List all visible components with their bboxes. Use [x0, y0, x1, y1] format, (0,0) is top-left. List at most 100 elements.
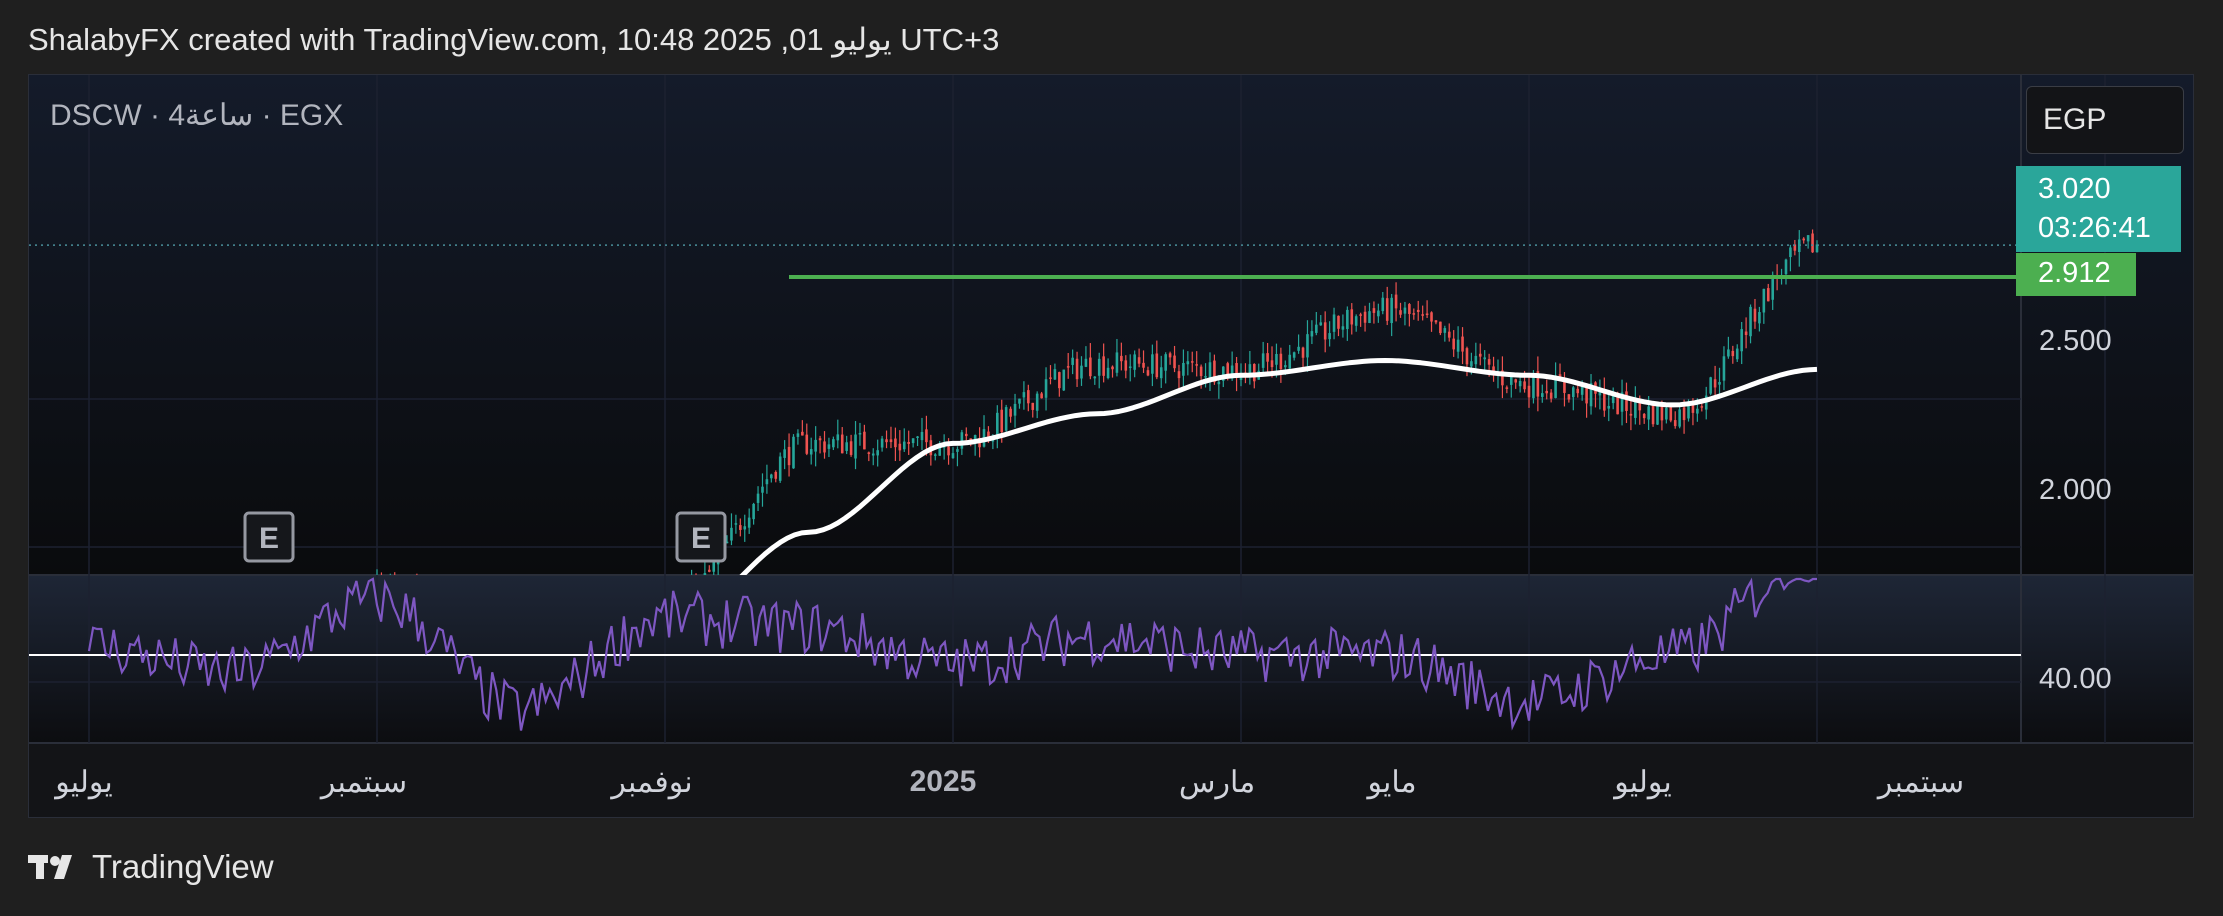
candle-body	[708, 569, 711, 572]
candle-body	[1416, 309, 1420, 312]
candle-body	[1199, 366, 1203, 377]
rsi-pane-background	[29, 575, 2193, 743]
candle-body	[1430, 312, 1433, 322]
candle-body	[1248, 364, 1252, 374]
candle-body	[1487, 359, 1491, 365]
time-label-2025: 2025	[909, 765, 977, 798]
candle-body	[854, 434, 857, 459]
candle-body	[1540, 393, 1544, 397]
candle-body	[1381, 297, 1385, 312]
candle-body	[1018, 398, 1021, 404]
candle-body	[1470, 361, 1473, 367]
candle-body	[1421, 314, 1424, 316]
candle-body	[1284, 365, 1287, 368]
candle-body	[1208, 362, 1212, 380]
candle-body	[885, 439, 888, 443]
candle	[1678, 406, 1681, 429]
candle-body	[1146, 370, 1150, 376]
candle-body	[1399, 310, 1402, 315]
candle-body	[1696, 408, 1699, 414]
candle-body	[933, 454, 937, 456]
candle-body	[1346, 309, 1349, 330]
candle-body	[1390, 297, 1393, 324]
candle-body	[792, 436, 795, 469]
candle-body	[1447, 331, 1451, 338]
candle-body	[1288, 354, 1292, 369]
candle-body	[1102, 356, 1105, 376]
candle-body	[1168, 353, 1172, 358]
candle-body	[1722, 356, 1726, 381]
candle-body	[1111, 366, 1114, 370]
candle-body	[1607, 405, 1611, 409]
candle-body	[765, 479, 769, 485]
candle-body	[916, 436, 919, 438]
candle-body	[739, 525, 742, 530]
candle-body	[920, 432, 924, 441]
candle-body	[1474, 355, 1478, 365]
candle-body	[1292, 352, 1296, 358]
candle-body	[1128, 366, 1132, 368]
candle-body	[1027, 390, 1030, 404]
candle-body	[951, 453, 955, 459]
candle-body	[1713, 379, 1717, 388]
earnings-marker: E	[243, 511, 295, 563]
candle-body	[1647, 406, 1650, 420]
candle-body	[1013, 403, 1017, 416]
candle-body	[1709, 377, 1712, 394]
candle	[1709, 376, 1712, 396]
candle-body	[747, 517, 751, 528]
candle-body	[1031, 402, 1035, 410]
candle-body	[1549, 392, 1553, 399]
candle-body	[1120, 355, 1123, 362]
candle-body	[1434, 320, 1438, 323]
candle-body	[1509, 375, 1513, 385]
resistance-price-label: 2.912	[2016, 253, 2136, 296]
candle-body	[1403, 307, 1407, 314]
candle-body	[1009, 408, 1012, 417]
earnings-marker: E	[675, 511, 727, 563]
candle-body	[1071, 357, 1074, 365]
price-chart[interactable]: EE	[29, 75, 2194, 818]
candle-body	[1270, 360, 1274, 368]
candle-body	[1461, 336, 1464, 352]
candle-body	[796, 433, 800, 437]
time-label-jul-2024: يوليو	[55, 766, 113, 799]
candle-body	[871, 453, 875, 456]
price-tick-2000: 2.000	[2039, 474, 2112, 506]
candle-body	[1337, 315, 1340, 329]
candle-body	[1576, 388, 1580, 394]
candle-body	[964, 433, 968, 437]
candle-body	[1301, 347, 1305, 358]
candle-body	[1097, 358, 1101, 376]
candle-body	[1279, 353, 1283, 370]
symbol-label: DSCW · 4ساعة · EGX	[50, 99, 344, 132]
chart-frame[interactable]: EE	[28, 74, 2194, 818]
candle-body	[1190, 361, 1194, 363]
candle-body	[1678, 409, 1681, 427]
candle-body	[1004, 407, 1008, 431]
candle-body	[1350, 309, 1354, 325]
candle-body	[1731, 350, 1735, 357]
chart-header: ShalabyFX created with TradingView.com, …	[28, 22, 1000, 57]
candle-body	[1443, 328, 1447, 333]
candle-body	[1066, 366, 1070, 368]
candle-body	[1204, 376, 1207, 378]
currency-button[interactable]: EGP	[2026, 86, 2184, 154]
candle-body	[1261, 353, 1265, 368]
candle-body	[1275, 353, 1278, 365]
candle-body	[907, 442, 910, 444]
time-label-jul-2025: يوليو	[1614, 766, 1672, 799]
candle-body	[823, 441, 826, 453]
candle-body	[960, 432, 964, 449]
candle-body	[1297, 346, 1300, 351]
candle-body	[1629, 413, 1633, 416]
candle-body	[1811, 233, 1814, 253]
candle-body	[832, 439, 835, 448]
candle-body	[1762, 288, 1766, 313]
candle-body	[805, 434, 809, 454]
tradingview-logo[interactable]: TradingView	[28, 848, 274, 886]
candle-body	[1465, 348, 1469, 365]
current-price-label: 3.020 03:26:41	[2016, 166, 2181, 252]
candle-body	[1354, 316, 1358, 326]
candle-body	[1740, 329, 1743, 352]
